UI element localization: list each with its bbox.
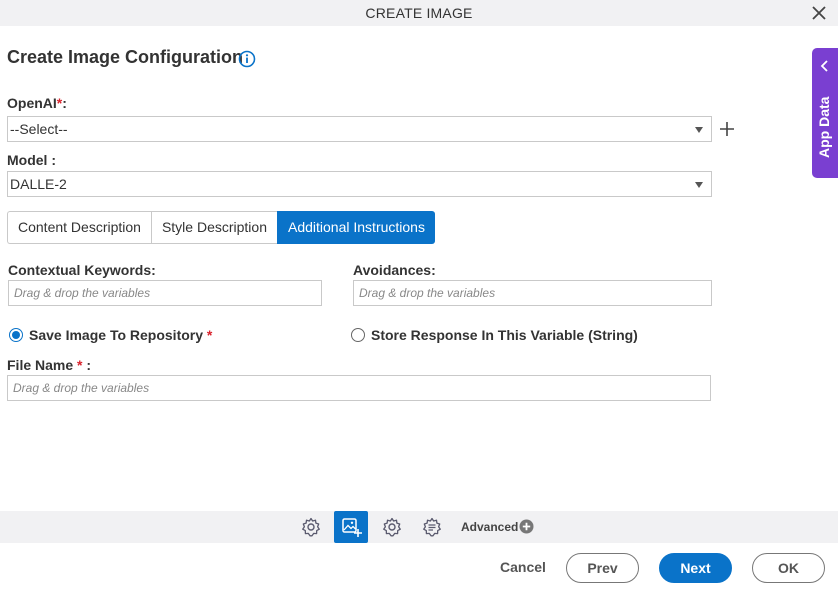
next-button[interactable]: Next (659, 553, 732, 583)
page-title: Create Image Configuration (7, 47, 244, 67)
app-data-panel-toggle[interactable]: App Data (812, 48, 838, 178)
window-title: CREATE IMAGE (365, 5, 473, 21)
advanced-link[interactable]: Advanced (461, 520, 518, 534)
save-to-repository-option[interactable]: Save Image To Repository * (9, 327, 212, 343)
openai-select[interactable]: --Select-- (7, 116, 712, 142)
store-in-variable-label: Store Response In This Variable (String) (371, 327, 638, 343)
gear-icon (383, 517, 401, 537)
ok-button[interactable]: OK (752, 553, 825, 583)
advanced-settings-step[interactable] (375, 511, 409, 543)
tab-additional-instructions[interactable]: Additional Instructions (277, 211, 435, 244)
step-toolbar: Advanced (0, 511, 838, 543)
close-icon[interactable] (810, 4, 828, 22)
gear-list-icon (423, 517, 441, 537)
tab-content-description[interactable]: Content Description (7, 211, 151, 244)
model-select[interactable]: DALLE-2 (7, 171, 712, 197)
store-in-variable-option[interactable]: Store Response In This Variable (String) (351, 327, 638, 343)
save-to-repository-radio[interactable] (9, 328, 23, 342)
avoidances-label: Avoidances: (353, 262, 436, 278)
image-configuration-step[interactable] (334, 511, 368, 543)
openai-label: OpenAI*: (7, 95, 67, 111)
chevron-down-icon (695, 127, 703, 133)
title-bar: CREATE IMAGE (0, 0, 838, 26)
app-data-label: App Data (816, 96, 832, 158)
model-select-value: DALLE-2 (10, 176, 67, 192)
contextual-keywords-label: Contextual Keywords: (8, 262, 156, 278)
contextual-keywords-input[interactable]: Drag & drop the variables (8, 280, 322, 306)
description-tabs: Content Description Style Description Ad… (7, 211, 435, 244)
gear-icon (302, 517, 320, 537)
save-to-repository-label: Save Image To Repository * (29, 327, 213, 343)
tab-style-description[interactable]: Style Description (150, 211, 277, 244)
prev-button[interactable]: Prev (566, 553, 639, 583)
openai-select-value: --Select-- (10, 121, 68, 137)
store-in-variable-radio[interactable] (351, 328, 365, 342)
output-settings-step[interactable] (415, 511, 449, 543)
cancel-button[interactable]: Cancel (493, 553, 553, 583)
avoidances-input[interactable]: Drag & drop the variables (353, 280, 712, 306)
chevron-down-icon (695, 182, 703, 188)
general-settings-step[interactable] (294, 511, 328, 543)
file-name-label: File Name * : (7, 357, 92, 373)
model-label: Model : (7, 152, 56, 168)
plus-circle-icon[interactable] (519, 519, 534, 534)
file-name-input[interactable]: Drag & drop the variables (7, 375, 711, 401)
info-icon[interactable] (238, 50, 256, 68)
add-icon[interactable] (719, 121, 735, 137)
image-add-icon (342, 518, 362, 537)
